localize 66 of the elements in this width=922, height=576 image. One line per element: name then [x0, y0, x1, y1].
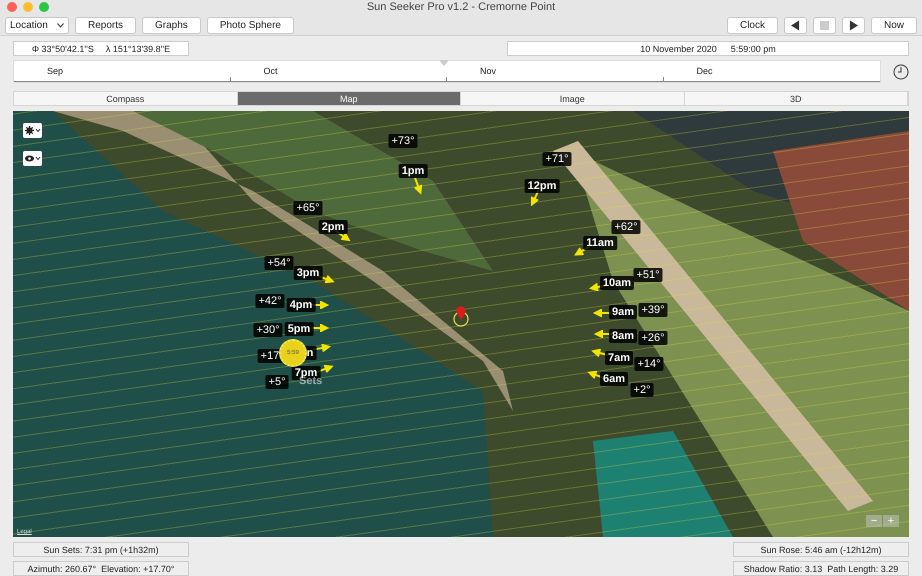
clock-icon[interactable] [893, 64, 909, 80]
month-label: Dec [696, 66, 713, 76]
elevation-label: +39° [638, 303, 668, 317]
arrow-icon [593, 309, 611, 317]
arrow-icon [411, 176, 425, 196]
gear-icon [24, 126, 40, 135]
chevron-down-icon [57, 22, 64, 28]
right-triangle-icon [848, 20, 858, 30]
view-tab[interactable]: Compass [14, 92, 238, 105]
date-timeline[interactable]: Sep Oct Nov Dec [13, 60, 881, 83]
clock-button[interactable]: Clock [726, 16, 778, 34]
visibility-menu-button[interactable] [23, 151, 42, 166]
elevation-label: +2° [630, 383, 654, 397]
hour-label: 8am [608, 329, 638, 343]
hour-label: 5pm [284, 322, 314, 336]
now-button[interactable]: Now [870, 16, 917, 34]
view-tab[interactable]: Map [238, 92, 461, 105]
hour-label: 10am [600, 276, 634, 290]
hour-label: 4pm [286, 298, 316, 312]
view-tab[interactable]: Image [461, 92, 684, 105]
square-icon [820, 20, 829, 30]
elevation-label: +73° [388, 134, 418, 148]
hour-label: 11am [583, 236, 617, 250]
elevation-label: +65° [293, 201, 323, 215]
hour-label: 1pm [398, 164, 428, 178]
time-text: 5:59:00 pm [730, 44, 776, 54]
elevation-label: +17 [258, 349, 282, 363]
settings-menu-button[interactable] [23, 123, 42, 138]
eye-icon [24, 154, 40, 163]
window-title: Sun Seeker Pro v1.2 - Cremorne Point [366, 1, 556, 13]
timeline-marker-icon[interactable] [439, 60, 449, 66]
hour-label: 7am [604, 351, 634, 365]
elevation-label: +26° [638, 331, 668, 345]
hour-label: 6am [600, 372, 628, 386]
location-select[interactable]: Location [5, 16, 69, 34]
status-field: Sun Sets: 7:31 pm (+1h32m) [13, 542, 189, 557]
toolbar-button[interactable]: Graphs [142, 16, 201, 34]
elevation-label: +51° [633, 268, 663, 282]
arrow-icon [311, 324, 329, 332]
elevation-label: +42° [255, 294, 285, 308]
location-pin-icon[interactable] [451, 306, 471, 328]
month-label: Sep [47, 66, 64, 76]
elevation-label: +71° [542, 152, 572, 166]
next-button[interactable] [842, 16, 865, 34]
status-field: Shadow Ratio: 3.13 Path Length: 3.29 [733, 561, 909, 576]
status-field: Sun Rose: 5:46 am (-12h12m) [733, 542, 909, 557]
status-field: Azimuth: 260.67° Elevation: +17.70° [13, 561, 189, 576]
toolbar-button[interactable]: Photo Sphere [206, 16, 294, 34]
month-label: Oct [264, 66, 278, 76]
hour-label: 2pm [318, 220, 348, 234]
month-label: Nov [480, 66, 496, 76]
elevation-label: +5° [266, 375, 288, 389]
left-triangle-icon [790, 20, 800, 30]
view-tab[interactable]: 3D [684, 92, 908, 105]
date-text: 10 November 2020 [640, 44, 717, 54]
elevation-label: +14° [634, 357, 664, 371]
toolbar-button[interactable]: Reports [75, 16, 136, 34]
elevation-label: +62° [611, 220, 641, 234]
longitude-text: λ 151°13'39.8''E [106, 44, 170, 54]
previous-button[interactable] [784, 16, 807, 34]
hour-label: 3pm [294, 266, 322, 280]
elevation-label: +54° [264, 256, 294, 270]
hour-label: 9am [608, 305, 638, 319]
latitude-text: Φ 33°50'42.1''S [32, 44, 94, 54]
elevation-label: +30° [253, 323, 283, 337]
hour-label: 12pm [524, 179, 560, 193]
